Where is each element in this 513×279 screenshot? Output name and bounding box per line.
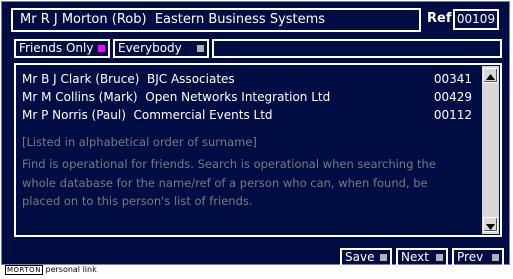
everybody-label: Everybody bbox=[118, 41, 182, 55]
list-item[interactable]: Mr M Collins (Mark) Open Networks Integr… bbox=[22, 90, 330, 104]
info-note: Find is operational for friends. Search … bbox=[22, 157, 436, 208]
unselected-indicator-icon bbox=[197, 45, 204, 52]
scroll-up-button[interactable] bbox=[483, 68, 498, 83]
list-item[interactable]: Mr B J Clark (Bruce) BJC Associates bbox=[22, 72, 235, 86]
search-input[interactable] bbox=[212, 39, 502, 58]
indicator-icon bbox=[436, 254, 443, 261]
scrollbar[interactable] bbox=[482, 66, 499, 234]
list-item-ref: 00341 bbox=[433, 72, 472, 86]
next-button[interactable]: Next bbox=[396, 248, 448, 267]
save-label: Save bbox=[345, 250, 375, 264]
list-item-ref: 00112 bbox=[433, 108, 472, 122]
arrow-down-icon bbox=[486, 224, 495, 230]
prev-button[interactable]: Prev bbox=[452, 248, 504, 267]
indicator-icon bbox=[492, 254, 499, 261]
ref-value: 00109 bbox=[453, 9, 499, 30]
main-window: Mr R J Morton (Rob) Eastern Business Sys… bbox=[1, 1, 510, 267]
contact-title: Mr R J Morton (Rob) Eastern Business Sys… bbox=[11, 8, 421, 32]
morton-logo: MORTON bbox=[5, 265, 43, 275]
friends-only-label: Friends Only bbox=[19, 41, 94, 55]
selected-indicator-icon bbox=[98, 45, 105, 52]
list-order-note: [Listed in alphabetical order of surname… bbox=[22, 135, 257, 149]
scroll-down-button[interactable] bbox=[483, 217, 498, 232]
list-item[interactable]: Mr P Norris (Paul) Commercial Events Ltd bbox=[22, 108, 273, 122]
friends-list: Mr B J Clark (Bruce) BJC Associates 0034… bbox=[14, 63, 502, 237]
ref-label: Ref bbox=[427, 11, 452, 26]
list-item-ref: 00429 bbox=[433, 90, 472, 104]
arrow-up-icon bbox=[486, 74, 495, 80]
prev-label: Prev bbox=[457, 250, 484, 264]
next-label: Next bbox=[401, 250, 429, 264]
save-button[interactable]: Save bbox=[340, 248, 392, 267]
everybody-button[interactable]: Everybody bbox=[113, 39, 209, 58]
footer-brand: MORTON personal link bbox=[5, 265, 97, 275]
indicator-icon bbox=[380, 254, 387, 261]
footer-text: personal link bbox=[45, 265, 97, 274]
friends-only-button[interactable]: Friends Only bbox=[14, 39, 110, 58]
